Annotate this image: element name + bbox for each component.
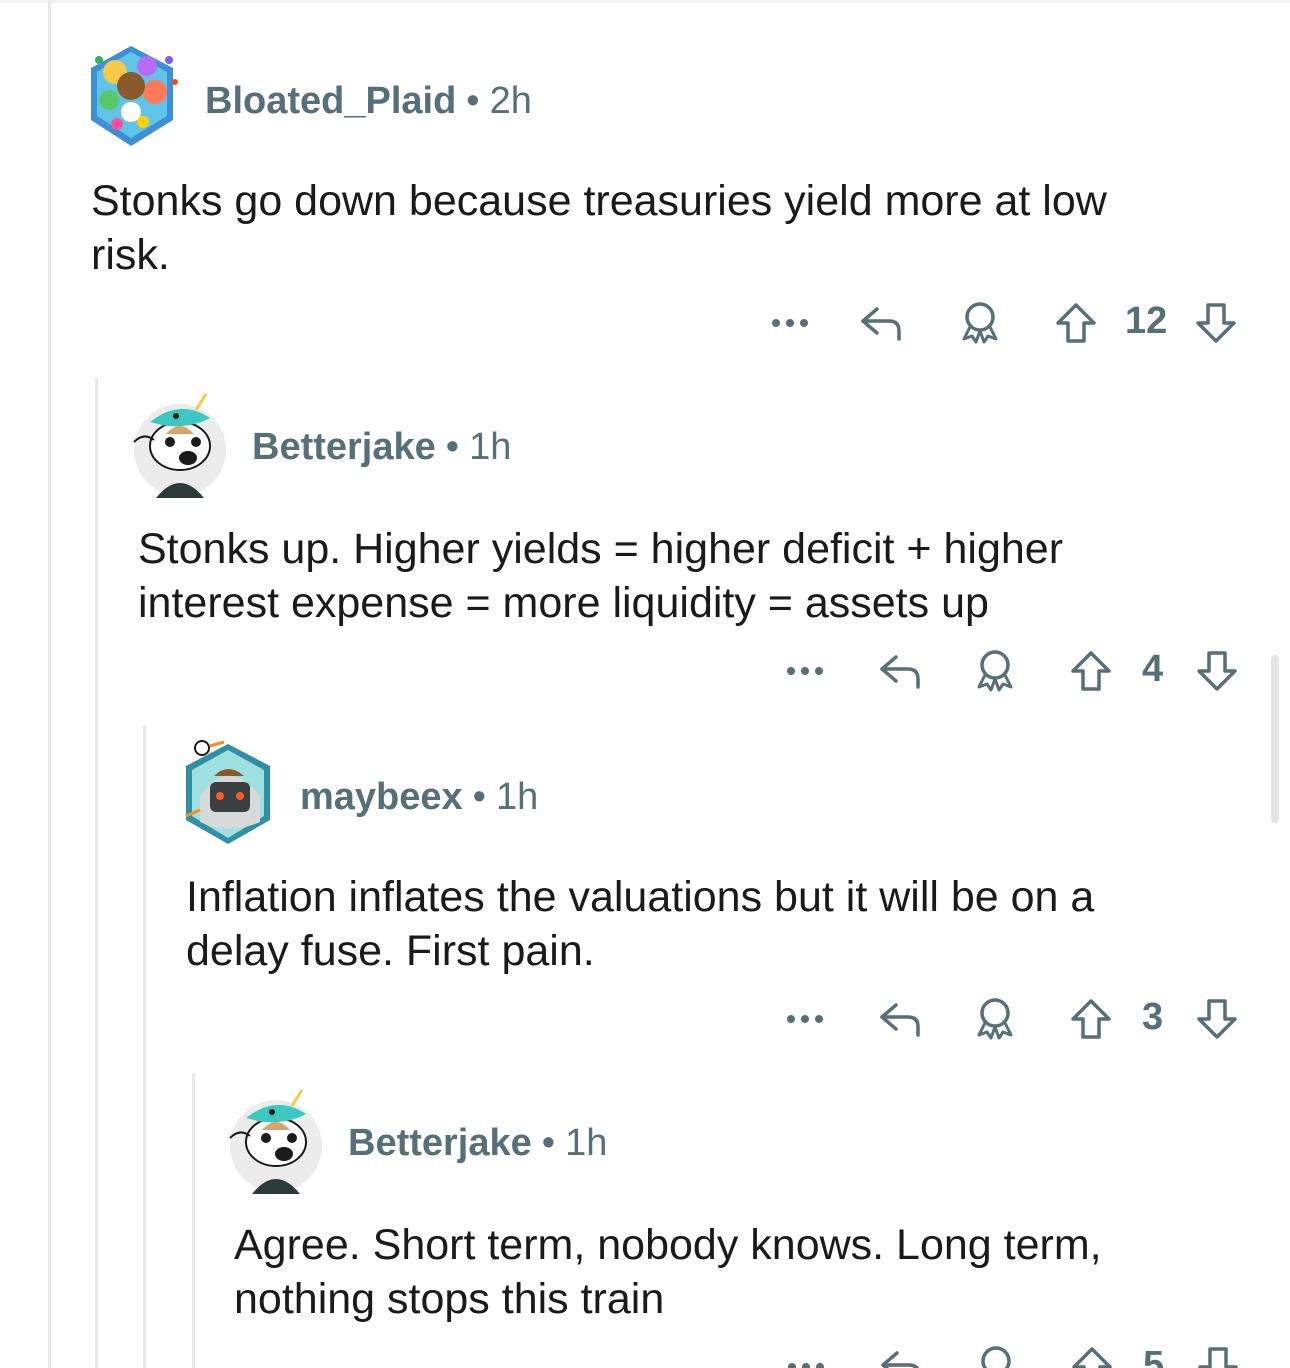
comment: Betterjake • 1h Agree. Short term, nobody …: [226, 1084, 1266, 1368]
username[interactable]: maybeex: [300, 776, 463, 818]
scrollbar[interactable]: [1271, 655, 1279, 823]
username[interactable]: Bloated_Plaid: [205, 80, 456, 122]
snoo-robot-avatar-icon[interactable]: [180, 736, 280, 846]
downvote-icon[interactable]: [1191, 298, 1241, 348]
comment-body-line: Agree. Short term, nobody knows. Long te…: [234, 1221, 1102, 1269]
upvote-icon[interactable]: [1051, 298, 1101, 348]
upvote-icon[interactable]: [1067, 1342, 1117, 1368]
more-options-icon[interactable]: [765, 298, 815, 348]
comment-actions: 5: [771, 1342, 1261, 1368]
comment-body: Stonks up. Higher yields = higher defici…: [138, 522, 1263, 630]
thread-line-level-3[interactable]: [192, 1073, 195, 1368]
more-options-icon[interactable]: [781, 1342, 831, 1368]
comment-body-line: risk.: [91, 231, 170, 279]
comment-actions: 12: [755, 298, 1255, 348]
thread-line-level-0[interactable]: [48, 0, 51, 1368]
comment-body-line: Stonks up. Higher yields = higher defici…: [138, 525, 1064, 573]
meta-separator: •: [541, 1122, 556, 1164]
more-options-icon[interactable]: [780, 994, 830, 1044]
snoo-narwhal-avatar-icon[interactable]: [226, 1084, 326, 1194]
top-divider: [0, 0, 1290, 3]
comment: maybeex • 1h Inflation inflates the valuat…: [180, 736, 1265, 1056]
vote-score: 5: [1143, 1344, 1165, 1368]
vote-score: 3: [1142, 996, 1164, 1038]
reply-icon[interactable]: [876, 646, 926, 696]
comment-actions: 4: [770, 646, 1260, 696]
comment-meta: Bloated_Plaid • 2h: [205, 80, 532, 123]
downvote-icon[interactable]: [1192, 646, 1242, 696]
reply-icon[interactable]: [857, 298, 907, 348]
username[interactable]: Betterjake: [348, 1122, 532, 1164]
comment-body-line: interest expense = more liquidity = asse…: [138, 579, 989, 627]
comment: Betterjake • 1h Stonks up. Higher yields =…: [130, 388, 1265, 708]
comment-age[interactable]: 1h: [496, 776, 538, 818]
award-icon[interactable]: [955, 298, 1005, 348]
more-options-icon[interactable]: [780, 646, 830, 696]
meta-separator: •: [445, 426, 460, 468]
downvote-icon[interactable]: [1193, 1342, 1243, 1368]
comment-body-line: Inflation inflates the valuations but it…: [186, 873, 1095, 921]
comment-age[interactable]: 1h: [565, 1122, 607, 1164]
vote-score: 4: [1142, 648, 1164, 690]
meta-separator: •: [466, 80, 480, 122]
upvote-icon[interactable]: [1066, 994, 1116, 1044]
comment-body: Inflation inflates the valuations but it…: [186, 870, 1261, 978]
comment-meta: Betterjake • 1h: [252, 426, 511, 469]
thread-line-level-2[interactable]: [143, 725, 146, 1368]
award-icon[interactable]: [970, 646, 1020, 696]
comment-body: Agree. Short term, nobody knows. Long te…: [234, 1218, 1264, 1326]
award-icon[interactable]: [970, 994, 1020, 1044]
comment-body-line: delay fuse. First pain.: [186, 927, 595, 975]
comment-age[interactable]: 2h: [490, 80, 532, 122]
reply-icon[interactable]: [876, 994, 926, 1044]
upvote-icon[interactable]: [1066, 646, 1116, 696]
meta-separator: •: [472, 776, 486, 818]
comment-meta: maybeex • 1h: [300, 776, 538, 819]
vote-score: 12: [1125, 300, 1168, 342]
snoo-narwhal-avatar-icon[interactable]: [130, 388, 230, 498]
reply-icon[interactable]: [877, 1342, 927, 1368]
comment-body: Stonks go down because treasuries yield …: [91, 174, 1261, 282]
snoo-splash-avatar-icon[interactable]: [85, 42, 185, 152]
award-icon[interactable]: [971, 1342, 1021, 1368]
comment-body-line: Stonks go down because treasuries yield …: [91, 177, 1107, 225]
username[interactable]: Betterjake: [252, 426, 436, 468]
thread-line-level-1[interactable]: [95, 378, 98, 1368]
comment-age[interactable]: 1h: [469, 426, 511, 468]
comment-meta: Betterjake • 1h: [348, 1122, 607, 1165]
comment-body-line: nothing stops this train: [234, 1275, 665, 1323]
comment: Bloated_Plaid • 2h Stonks go down because …: [85, 42, 1265, 362]
downvote-icon[interactable]: [1192, 994, 1242, 1044]
comment-actions: 3: [770, 994, 1260, 1044]
